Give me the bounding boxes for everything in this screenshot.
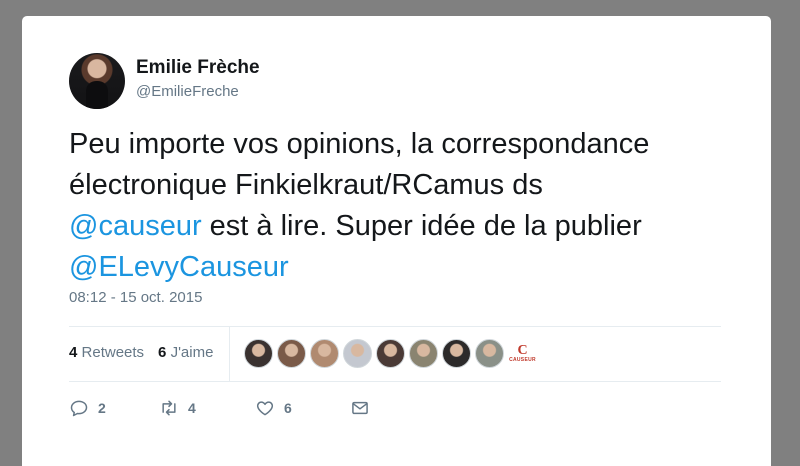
tweet-text: Peu importe vos opinions, la corresponda…: [69, 124, 749, 288]
liker-3-avatar[interactable]: [310, 339, 339, 368]
tweet-timestamp[interactable]: 08:12 - 15 oct. 2015: [69, 289, 202, 306]
retweets-stat[interactable]: 4 Retweets: [69, 344, 144, 361]
reply-button[interactable]: 2: [69, 398, 159, 418]
tweet-text-line-2: électronique Finkielkraut/RCamus ds: [69, 169, 543, 201]
author-screen-name[interactable]: @EmilieFreche: [136, 83, 239, 100]
tweet-text-line-1: Peu importe vos opinions, la corresponda…: [69, 128, 650, 160]
liker-8-avatar[interactable]: [475, 339, 504, 368]
like-count: 6: [284, 400, 292, 416]
likes-stat-count: 6: [158, 344, 167, 361]
mention-causeur-link[interactable]: @causeur: [69, 210, 202, 242]
retweet-count: 4: [188, 400, 196, 416]
causeur-logo-letter: C: [517, 342, 528, 358]
likers-facepile: C CAUSEUR: [244, 339, 537, 368]
divider-bottom: [69, 381, 721, 382]
retweet-icon: [162, 400, 176, 416]
reply-count: 2: [98, 400, 106, 416]
liker-7-avatar[interactable]: [442, 339, 471, 368]
reply-icon: [70, 400, 88, 417]
retweets-stat-count: 4: [69, 344, 78, 361]
direct-message-button[interactable]: [350, 398, 370, 418]
author-avatar[interactable]: [69, 53, 125, 109]
tweet-actions: 2 4 6: [69, 398, 370, 418]
heart-icon: [256, 401, 274, 416]
engagement-stats: 4 Retweets 6 J'aime: [69, 344, 213, 361]
like-button[interactable]: 6: [255, 398, 350, 418]
stats-separator: [229, 327, 230, 381]
liker-5-avatar[interactable]: [376, 339, 405, 368]
tweet-text-line-3: est à lire. Super idée de la publier: [201, 210, 642, 242]
liker-2-avatar[interactable]: [277, 339, 306, 368]
likes-stat[interactable]: 6 J'aime: [158, 344, 213, 361]
causeur-logo-avatar[interactable]: C CAUSEUR: [508, 339, 537, 368]
likes-stat-label: J'aime: [170, 344, 214, 361]
liker-4-avatar[interactable]: [343, 339, 372, 368]
tweet-card: Emilie Frèche @EmilieFreche Peu importe …: [22, 16, 771, 466]
mention-elevycauseur-link[interactable]: @ELevyCauseur: [69, 251, 289, 283]
liker-1-avatar[interactable]: [244, 339, 273, 368]
divider-top: [69, 326, 721, 327]
retweet-button[interactable]: 4: [159, 398, 255, 418]
author-display-name[interactable]: Emilie Frèche: [136, 57, 260, 79]
liker-6-avatar[interactable]: [409, 339, 438, 368]
retweets-stat-label: Retweets: [81, 344, 145, 361]
causeur-logo-text: CAUSEUR: [509, 356, 536, 363]
envelope-icon: [352, 401, 368, 415]
